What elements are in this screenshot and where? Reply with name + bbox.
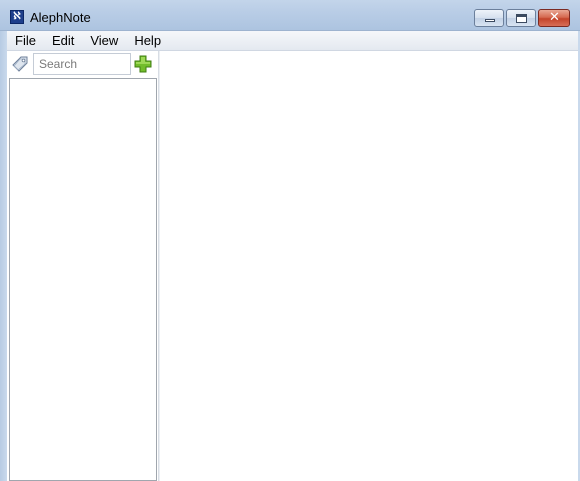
window-title: AlephNote	[30, 10, 91, 25]
minimize-button[interactable]	[474, 9, 504, 27]
menu-file[interactable]: File	[7, 32, 44, 50]
menu-bar: File Edit View Help	[7, 31, 578, 51]
app-icon: ℵ	[10, 10, 24, 24]
menu-help[interactable]: Help	[126, 32, 169, 50]
search-bar	[7, 51, 159, 77]
note-editor[interactable]	[161, 51, 578, 481]
window-frame-left	[0, 31, 7, 481]
menu-view[interactable]: View	[82, 32, 126, 50]
client-area	[7, 51, 578, 481]
title-bar[interactable]: ℵ AlephNote ✕	[0, 0, 580, 31]
note-list[interactable]	[9, 78, 157, 481]
pane-splitter[interactable]	[158, 51, 160, 481]
minimize-icon	[485, 19, 495, 22]
maximize-icon	[516, 14, 527, 23]
close-button[interactable]: ✕	[538, 9, 570, 27]
close-icon: ✕	[549, 10, 560, 25]
plus-icon[interactable]	[134, 55, 152, 73]
maximize-button[interactable]	[506, 9, 536, 27]
tag-icon[interactable]	[12, 56, 28, 72]
search-input[interactable]	[33, 53, 131, 75]
menu-edit[interactable]: Edit	[44, 32, 82, 50]
